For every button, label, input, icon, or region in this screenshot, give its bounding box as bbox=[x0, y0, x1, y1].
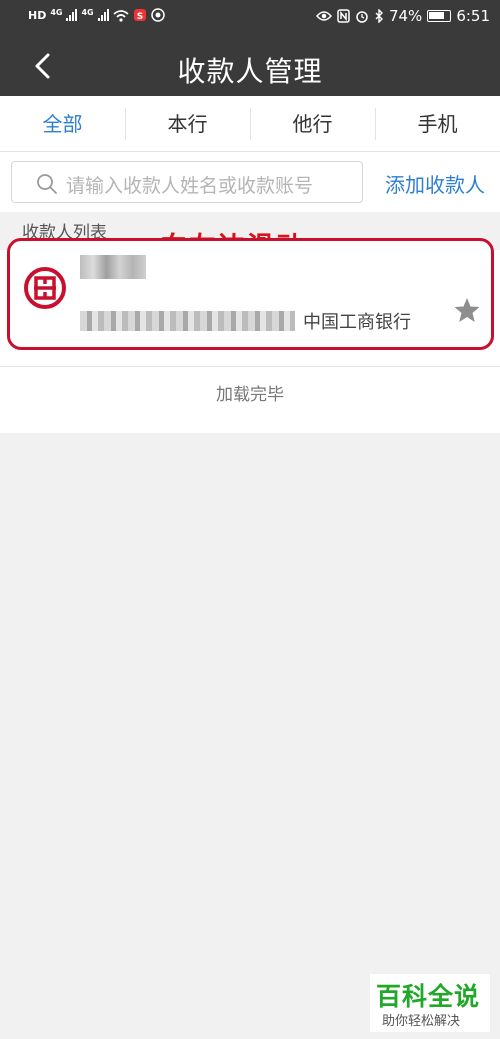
eye-icon bbox=[315, 11, 332, 21]
network-4g-label-2: 4G bbox=[81, 8, 94, 17]
tab-mobile[interactable]: 手机 bbox=[375, 96, 500, 151]
app-notification-icon-2 bbox=[150, 8, 165, 22]
page-title: 收款人管理 bbox=[177, 55, 323, 88]
payee-name-redacted bbox=[80, 255, 146, 279]
bank-name: 中国工商银行 bbox=[303, 312, 411, 333]
signal-icon bbox=[66, 9, 78, 21]
account-number-redacted bbox=[80, 311, 295, 331]
battery-percent: 74% bbox=[388, 7, 423, 25]
nfc-icon bbox=[337, 9, 350, 23]
bluetooth-icon bbox=[375, 9, 383, 23]
tab-all[interactable]: 全部 bbox=[0, 96, 125, 151]
payee-list-item[interactable]: 中国工商银行 bbox=[7, 238, 494, 350]
search-row: 请输入收款人姓名或收款账号 添加收款人 bbox=[0, 152, 500, 212]
status-left: HD 4G 4G S bbox=[28, 8, 165, 22]
tab-other-bank[interactable]: 他行 bbox=[250, 96, 375, 151]
search-placeholder: 请输入收款人姓名或收款账号 bbox=[66, 175, 314, 197]
search-input[interactable]: 请输入收款人姓名或收款账号 bbox=[11, 161, 363, 203]
add-payee-button[interactable]: 添加收款人 bbox=[385, 169, 485, 198]
clock: 6:51 bbox=[456, 7, 490, 25]
divider bbox=[0, 366, 500, 367]
status-bar: HD 4G 4G S 74% 6:51 bbox=[0, 0, 500, 36]
signal-icon-2 bbox=[97, 9, 109, 21]
search-icon bbox=[37, 174, 57, 194]
svg-text:S: S bbox=[136, 12, 142, 22]
tab-bar: 全部 本行 他行 手机 bbox=[0, 96, 500, 152]
app-notification-icon: S bbox=[133, 9, 146, 22]
nav-bar: 收款人管理 bbox=[0, 36, 500, 96]
load-complete-text: 加载完毕 bbox=[216, 385, 284, 405]
wifi-icon bbox=[113, 9, 129, 22]
network-4g-label: 4G bbox=[50, 8, 63, 17]
star-icon[interactable] bbox=[453, 296, 481, 324]
icbc-logo-icon bbox=[24, 267, 66, 309]
hd-label: HD bbox=[28, 8, 47, 22]
watermark-logo: 百科全说 助你轻松解决 bbox=[370, 974, 490, 1032]
alarm-icon bbox=[356, 11, 368, 23]
watermark-title: 百科全说 bbox=[376, 982, 481, 1011]
status-right: 74% 6:51 bbox=[315, 7, 490, 25]
watermark-subtitle: 助你轻松解决 bbox=[382, 1014, 461, 1029]
battery-icon bbox=[427, 10, 452, 22]
tab-same-bank[interactable]: 本行 bbox=[125, 96, 250, 151]
